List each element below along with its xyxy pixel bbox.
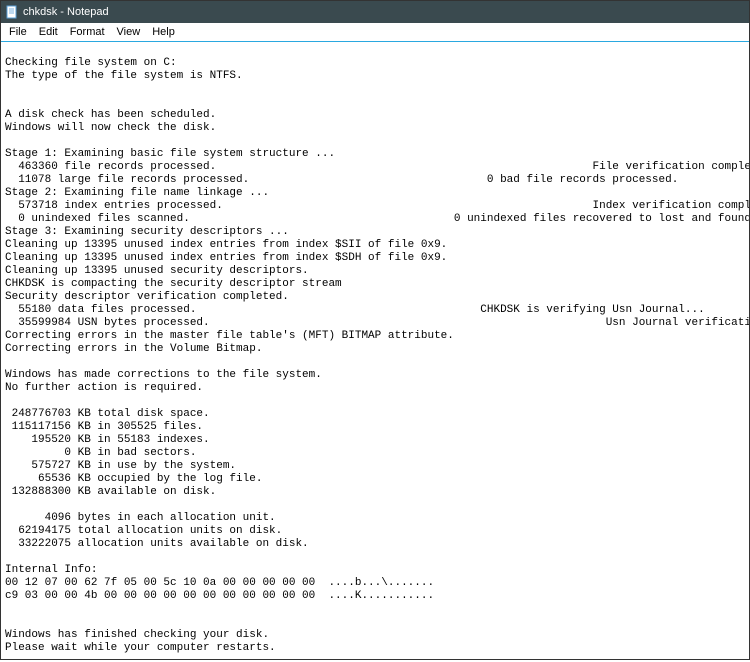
- menu-view[interactable]: View: [111, 25, 147, 39]
- menu-file[interactable]: File: [3, 25, 33, 39]
- menu-help[interactable]: Help: [146, 25, 181, 39]
- title-bar[interactable]: chkdsk - Notepad: [1, 1, 749, 23]
- window-title: chkdsk - Notepad: [23, 6, 109, 18]
- notepad-icon: [5, 5, 19, 19]
- text-editor[interactable]: [1, 41, 749, 659]
- menu-edit[interactable]: Edit: [33, 25, 64, 39]
- menu-format[interactable]: Format: [64, 25, 111, 39]
- menu-bar: File Edit Format View Help: [1, 23, 749, 41]
